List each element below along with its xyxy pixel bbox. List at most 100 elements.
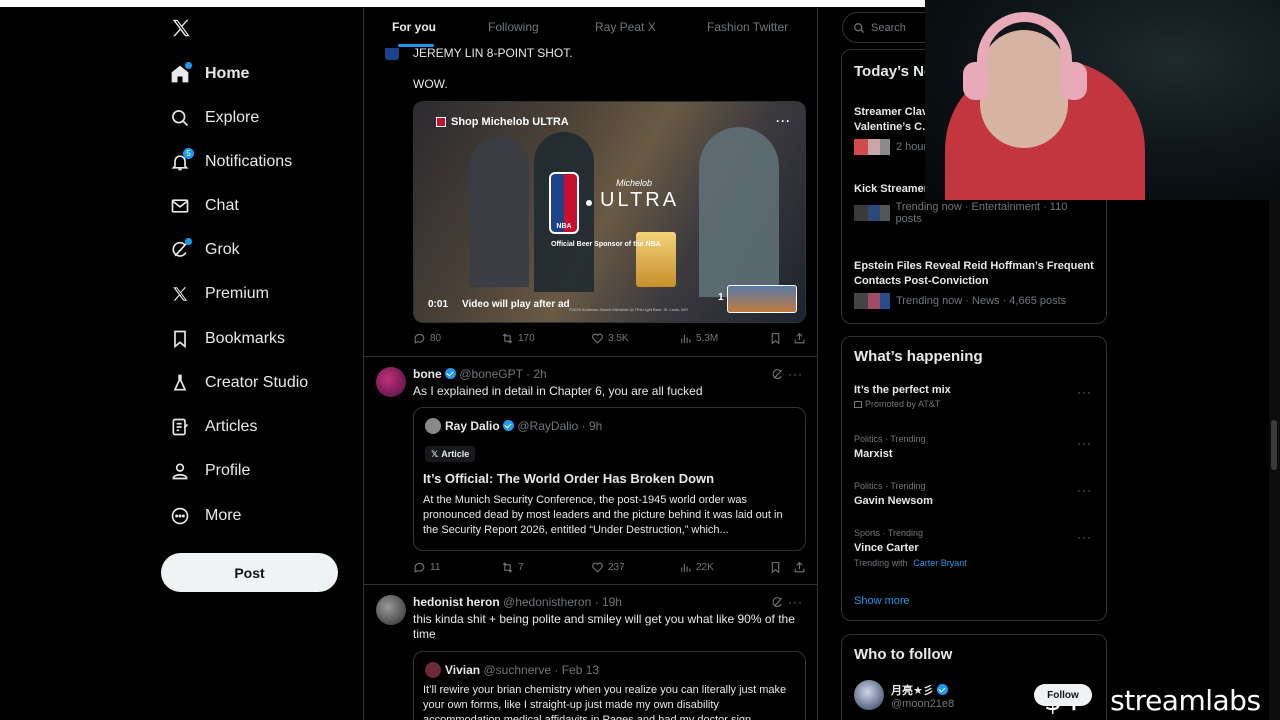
nav-chat-label: Chat: [205, 197, 239, 214]
trend-more-icon[interactable]: ···: [1077, 530, 1092, 544]
video-time: 0:01: [428, 299, 449, 310]
repost-button[interactable]: 7: [501, 561, 524, 574]
news-meta-row: Trending now · Entertainment · 110 posts: [854, 201, 1094, 225]
nav-explore[interactable]: Explore: [160, 98, 350, 138]
share-button[interactable]: [793, 332, 810, 345]
person-figure: [469, 137, 529, 287]
article-title: It’s Official: The World Order Has Broke…: [423, 471, 715, 486]
nav-articles[interactable]: Articles: [160, 407, 350, 447]
author-handle[interactable]: @boneGPT: [459, 367, 522, 381]
news-meta: Trending now · News · 4,665 posts: [896, 295, 1067, 307]
nav-grok[interactable]: Grok: [160, 230, 350, 270]
nav-notifications[interactable]: 5 Notifications: [160, 142, 350, 182]
trend-context: Politics · Trending: [854, 434, 926, 444]
grok-dot: [185, 238, 192, 245]
like-count: 237: [608, 562, 625, 573]
quote-header: Ray Dalio @RayDalio · 9h: [445, 419, 603, 433]
follow-name[interactable]: 月亮★彡: [891, 685, 934, 697]
trend-item[interactable]: Politics · Trending Gavin Newsom: [854, 481, 1094, 507]
more-circle-icon: [160, 496, 200, 536]
video-more-icon[interactable]: ···: [776, 114, 791, 128]
avatar[interactable]: [376, 595, 406, 625]
author-name[interactable]: hedonist heron: [413, 595, 500, 609]
notifications-badge: 5: [183, 148, 194, 159]
trend-more-icon[interactable]: ···: [1077, 385, 1092, 399]
nav-creator-studio[interactable]: Creator Studio: [160, 363, 350, 403]
post-more-icon[interactable]: ···: [788, 595, 803, 609]
trend-with-link[interactable]: Carter Bryant: [913, 558, 967, 568]
nav-more-label: More: [205, 507, 242, 524]
nav-home[interactable]: Home: [160, 54, 350, 94]
reply-count: 11: [430, 562, 441, 573]
tab-ray-peat-x[interactable]: Ray Peat X: [595, 20, 656, 34]
nav-articles-label: Articles: [205, 418, 258, 435]
author-name[interactable]: bone: [413, 367, 442, 381]
author-handle[interactable]: @hedonistheron: [503, 595, 591, 609]
tab-for-you[interactable]: For you: [392, 20, 436, 34]
like-button[interactable]: 237: [591, 561, 625, 574]
avatar[interactable]: [854, 680, 884, 710]
nav-bookmarks[interactable]: Bookmarks: [160, 319, 350, 359]
show-more-link[interactable]: Show more: [854, 595, 910, 607]
heart-icon: [592, 562, 603, 573]
views-button[interactable]: 22K: [679, 561, 714, 574]
page-scrollbar[interactable]: [1269, 200, 1280, 720]
tab-following[interactable]: Following: [488, 20, 539, 34]
nba-avatar-icon: [385, 46, 399, 60]
nav-premium[interactable]: Premium: [160, 274, 350, 314]
like-count: 3.5K: [608, 333, 629, 344]
trend-item[interactable]: Sports · Trending Vince Carter Trending …: [854, 528, 1094, 568]
sponsor-text: Official Beer Sponsor of the NBA: [551, 241, 661, 248]
repost-icon: [502, 333, 513, 344]
reply-button[interactable]: 80: [413, 332, 441, 345]
grok-explain-icon[interactable]: [771, 596, 784, 609]
repost-count: 7: [518, 562, 524, 573]
views-icon: [681, 563, 691, 572]
nav-creator-studio-label: Creator Studio: [205, 374, 309, 391]
bookmark-icon: [160, 319, 200, 359]
follow-button[interactable]: Follow: [1034, 684, 1092, 706]
like-button[interactable]: 3.5K: [591, 332, 629, 345]
post-actions: 80 170 3.5K 5.3M: [413, 332, 805, 348]
bookmark-button[interactable]: [769, 561, 786, 574]
shop-label[interactable]: Shop Michelob ULTRA: [436, 116, 569, 128]
repost-button[interactable]: 170: [501, 332, 535, 345]
promoted-icon: [854, 401, 862, 408]
post-time[interactable]: 2h: [533, 367, 546, 381]
grok-explain-icon[interactable]: [771, 368, 784, 381]
logo-dot: [586, 200, 592, 206]
trend-more-icon[interactable]: ···: [1077, 436, 1092, 450]
news-avatars: [854, 293, 890, 309]
trend-item[interactable]: Politics · Trending Marxist: [854, 434, 1094, 460]
quote-author-handle: @RayDalio: [517, 419, 579, 433]
post-button[interactable]: Post: [161, 553, 338, 592]
post-time[interactable]: 19h: [602, 595, 622, 609]
trend-more-icon[interactable]: ···: [1077, 483, 1092, 497]
nav-more[interactable]: More: [160, 496, 350, 536]
post-more-icon[interactable]: ···: [788, 367, 803, 381]
news-item[interactable]: Epstein Files Reveal Reid Hoffman’s Freq…: [854, 259, 1094, 309]
person-figure: [699, 127, 779, 297]
verified-badge-icon: [936, 684, 948, 695]
tab-fashion-twitter[interactable]: Fashion Twitter: [707, 20, 788, 34]
next-video-thumb[interactable]: 1: [718, 285, 797, 313]
divider: [364, 584, 817, 585]
nav-profile[interactable]: Profile: [160, 451, 350, 491]
promoted-trend[interactable]: It’s the perfect mix Promoted by AT&T: [854, 384, 1094, 409]
bookmark-button[interactable]: [769, 332, 786, 345]
flask-icon: [160, 363, 200, 403]
nav-chat[interactable]: Chat: [160, 186, 350, 226]
quoted-post[interactable]: Vivian @suchnerve · Feb 13 It’ll rewire …: [413, 651, 806, 720]
post-text-line2: WOW.: [413, 77, 448, 91]
scrollbar-thumb[interactable]: [1271, 420, 1277, 470]
post-text-line1: JEREMY LIN 8-POINT SHOT.: [413, 46, 573, 60]
views-button[interactable]: 5.3M: [679, 332, 718, 345]
share-button[interactable]: [793, 561, 810, 574]
avatar[interactable]: [376, 367, 406, 397]
video-ad-player[interactable]: Shop Michelob ULTRA ··· NBA Michelob ULT…: [413, 101, 806, 323]
active-tab-indicator: [398, 44, 434, 47]
post-header: bone @boneGPT · 2h: [413, 367, 547, 381]
quoted-article[interactable]: Ray Dalio @RayDalio · 9h 𝕏 Article It’s O…: [413, 407, 806, 551]
x-logo-icon[interactable]: [170, 17, 192, 39]
reply-button[interactable]: 11: [413, 561, 440, 574]
